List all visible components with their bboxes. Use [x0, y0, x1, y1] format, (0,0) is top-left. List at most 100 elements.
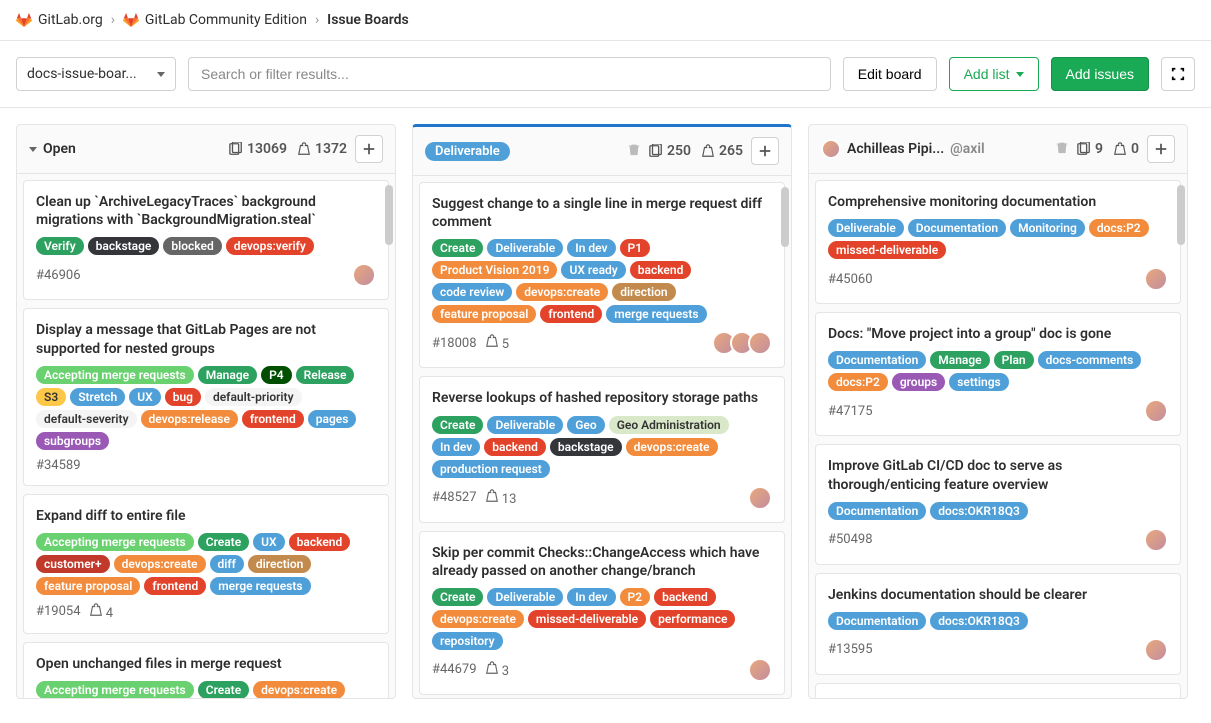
fullscreen-button[interactable] [1161, 57, 1195, 91]
scrollbar[interactable] [1177, 185, 1185, 245]
add-issues-button[interactable]: Add issues [1051, 57, 1149, 91]
issue-label[interactable]: Deliverable [487, 588, 563, 606]
issue-label[interactable]: groups [892, 373, 945, 391]
issue-label[interactable]: In dev [567, 588, 615, 606]
assignee-avatars[interactable] [1144, 638, 1168, 662]
assignee-avatars[interactable] [712, 331, 772, 355]
scrollbar[interactable] [781, 187, 789, 247]
issue-card[interactable]: Skip per commit Checks::ChangeAccess whi… [419, 531, 785, 695]
issue-label[interactable]: devops:create [626, 438, 718, 456]
assignee-avatars[interactable] [1144, 528, 1168, 552]
issue-label[interactable]: docs-comments [1038, 351, 1142, 369]
add-list-button[interactable]: Add list [949, 57, 1039, 91]
assignee-avatars[interactable] [748, 486, 772, 510]
issue-label[interactable]: direction [248, 555, 311, 573]
issue-label[interactable]: default-priority [205, 388, 302, 406]
issue-label[interactable]: feature proposal [432, 305, 536, 323]
issue-label[interactable]: docs:P2 [828, 373, 888, 391]
issue-label[interactable]: Documentation [828, 502, 926, 520]
issue-label[interactable]: S3 [36, 388, 66, 406]
issue-label[interactable]: Create [432, 239, 483, 257]
issue-label[interactable]: Create [432, 416, 483, 434]
issue-label[interactable]: Documentation [828, 612, 926, 630]
issue-label[interactable]: direction [612, 283, 675, 301]
issue-label[interactable]: Release [296, 366, 355, 384]
issue-label[interactable]: devops:release [141, 410, 238, 428]
issue-card[interactable]: Suggest change to a single line in merge… [419, 182, 785, 368]
issue-label[interactable]: Accepting merge requests [36, 533, 194, 551]
edit-board-button[interactable]: Edit board [843, 57, 937, 91]
issue-label[interactable]: Documentation [828, 351, 926, 369]
board-selector[interactable]: docs-issue-boar... [16, 57, 176, 91]
issue-label[interactable]: docs:OKR18Q3 [930, 502, 1028, 520]
issue-label[interactable]: UX [253, 533, 284, 551]
issue-label[interactable]: Product Vision 2019 [432, 261, 557, 279]
issue-label[interactable]: backstage [88, 237, 160, 255]
issue-label[interactable]: missed-deliverable [828, 241, 946, 259]
issue-label[interactable]: P4 [261, 366, 292, 384]
issue-label[interactable]: Monitoring [1010, 219, 1085, 237]
issue-label[interactable]: merge requests [210, 577, 310, 595]
issue-label[interactable]: Verify [36, 237, 84, 255]
issue-label[interactable]: frontend [242, 410, 304, 428]
issue-label[interactable]: backend [654, 588, 716, 606]
issue-label[interactable]: repository [432, 632, 503, 650]
issue-label[interactable]: Deliverable [487, 239, 563, 257]
issue-card[interactable]: Review and Overhaul CI/CD Docs Documenta… [815, 683, 1181, 698]
breadcrumb-org[interactable]: GitLab.org [16, 12, 103, 28]
search-input[interactable] [188, 57, 831, 91]
issue-label[interactable]: backend [289, 533, 351, 551]
issue-label[interactable]: devops:create [253, 681, 345, 698]
issue-label[interactable]: devops:verify [226, 237, 314, 255]
add-card-button[interactable] [355, 135, 383, 163]
breadcrumb-project[interactable]: GitLab Community Edition [123, 12, 307, 28]
issue-label[interactable]: Create [432, 588, 483, 606]
issue-label[interactable]: Plan [994, 351, 1034, 369]
issue-label[interactable]: In dev [432, 438, 480, 456]
issue-label[interactable]: Geo Administration [609, 416, 729, 434]
assignee-avatars[interactable] [1144, 267, 1168, 291]
issue-card[interactable]: Jenkins documentation should be clearer … [815, 573, 1181, 675]
add-card-button[interactable] [751, 137, 779, 165]
column-label-pill[interactable]: Deliverable [425, 142, 510, 161]
issue-label[interactable]: performance [650, 610, 735, 628]
issue-label[interactable]: feature proposal [36, 577, 140, 595]
issue-label[interactable]: Create [198, 533, 249, 551]
assignee-avatars[interactable] [1144, 399, 1168, 423]
issue-label[interactable]: Accepting merge requests [36, 366, 194, 384]
issue-label[interactable]: merge requests [606, 305, 706, 323]
issue-label[interactable]: code review [432, 283, 512, 301]
column-body[interactable]: Comprehensive monitoring documentation D… [809, 174, 1187, 698]
issue-label[interactable]: subgroups [36, 432, 109, 450]
assignee-avatars[interactable] [748, 658, 772, 682]
issue-label[interactable]: Documentation [908, 219, 1006, 237]
assignee-avatars[interactable] [352, 263, 376, 287]
issue-label[interactable]: Manage [198, 366, 257, 384]
issue-label[interactable]: default-severity [36, 410, 137, 428]
issue-card[interactable]: Reverse lookups of hashed repository sto… [419, 376, 785, 522]
issue-label[interactable]: Deliverable [487, 416, 563, 434]
issue-card[interactable]: Open unchanged files in merge request Ac… [23, 642, 389, 698]
issue-label[interactable]: docs:OKR18Q3 [930, 612, 1028, 630]
issue-label[interactable]: devops:create [114, 555, 206, 573]
issue-label[interactable]: bug [165, 388, 201, 406]
delete-list-icon[interactable] [1055, 140, 1069, 158]
issue-label[interactable]: devops:create [432, 610, 524, 628]
issue-label[interactable]: Create [198, 681, 249, 698]
issue-label[interactable]: blocked [163, 237, 221, 255]
issue-label[interactable]: Geo [567, 416, 604, 434]
issue-label[interactable]: settings [949, 373, 1009, 391]
issue-label[interactable]: backend [630, 261, 692, 279]
issue-label[interactable]: Stretch [70, 388, 125, 406]
issue-card[interactable]: Docs: "Move project into a group" doc is… [815, 312, 1181, 436]
issue-label[interactable]: In dev [567, 239, 615, 257]
issue-label[interactable]: pages [308, 410, 357, 428]
issue-label[interactable]: frontend [144, 577, 206, 595]
issue-label[interactable]: backstage [550, 438, 622, 456]
issue-label[interactable]: P1 [620, 239, 651, 257]
issue-card[interactable]: Expand diff to entire file Accepting mer… [23, 494, 389, 634]
issue-label[interactable]: frontend [540, 305, 602, 323]
column-assignee[interactable]: Achilleas Pipi... @axil [821, 139, 985, 159]
issue-label[interactable]: P2 [620, 588, 651, 606]
issue-label[interactable]: diff [210, 555, 244, 573]
